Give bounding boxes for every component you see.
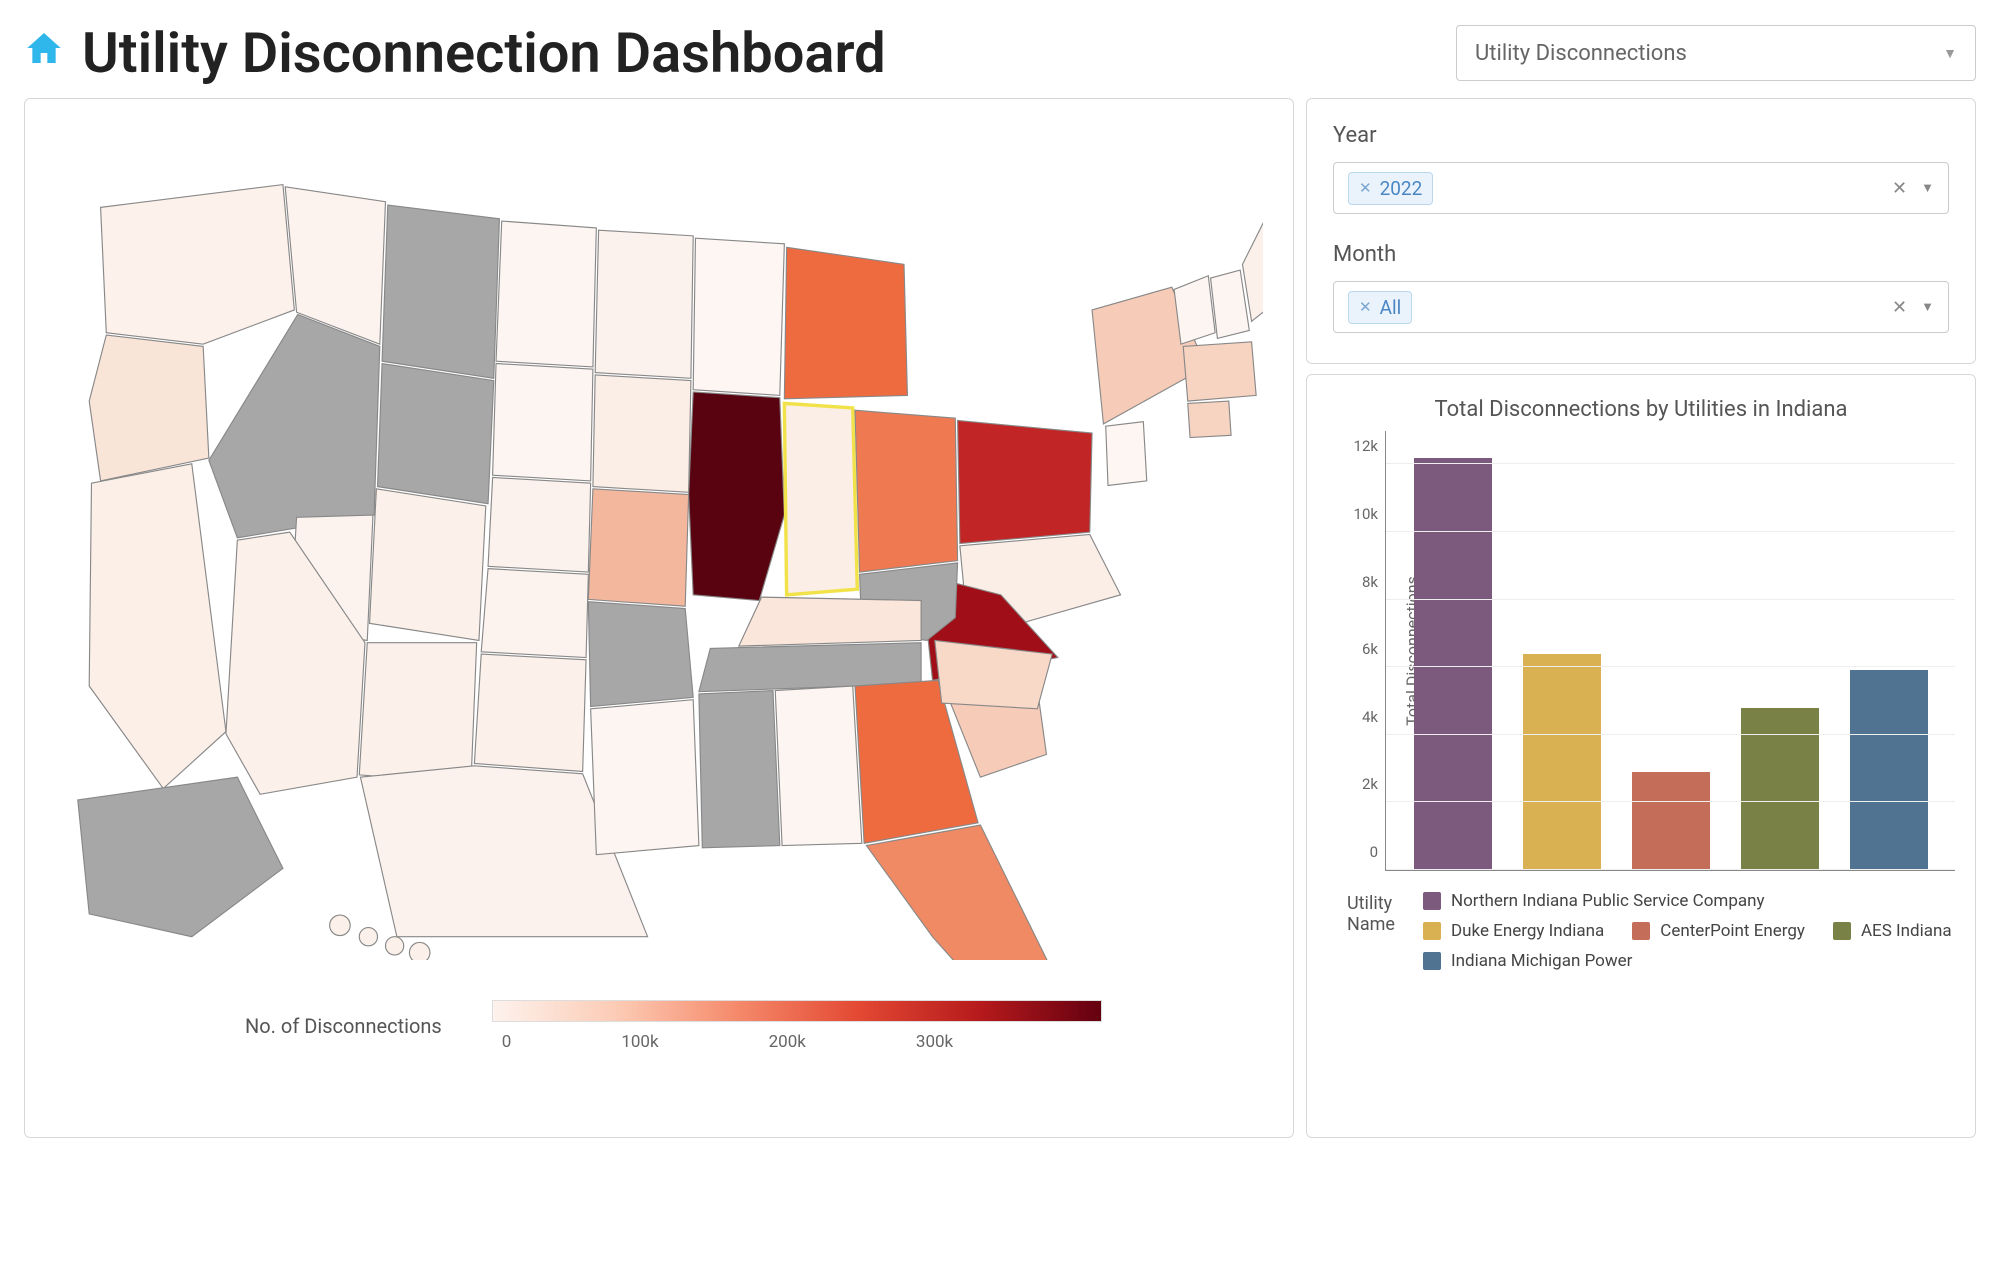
y-tick: 2k <box>1362 775 1378 793</box>
map-panel: No. of Disconnections 0 100k 200k 300k <box>24 98 1294 1138</box>
month-filter-label: Month <box>1333 242 1949 267</box>
y-tick: 6k <box>1362 640 1378 658</box>
legend-item[interactable]: CenterPoint Energy <box>1632 921 1805 941</box>
legend-label: No. of Disconnections <box>245 1014 442 1038</box>
clear-icon[interactable]: ✕ <box>1892 297 1907 318</box>
us-choropleth-map[interactable] <box>55 139 1263 960</box>
year-select[interactable]: ✕ 2022 ✕ ▼ <box>1333 162 1949 214</box>
legend-item[interactable]: AES Indiana <box>1833 921 1952 941</box>
month-select[interactable]: ✕ All ✕ ▼ <box>1333 281 1949 333</box>
map-legend: No. of Disconnections 0 100k 200k 300k <box>55 1000 1263 1052</box>
legend-item[interactable]: Duke Energy Indiana <box>1423 921 1604 941</box>
y-tick: 4k <box>1362 708 1378 726</box>
metric-select-value: Utility Disconnections <box>1475 41 1687 66</box>
year-chip[interactable]: ✕ 2022 <box>1348 172 1433 205</box>
bar[interactable] <box>1741 708 1819 870</box>
legend-swatch <box>1423 922 1441 940</box>
month-chip[interactable]: ✕ All <box>1348 291 1412 324</box>
chip-remove-icon[interactable]: ✕ <box>1359 298 1372 316</box>
legend-gradient <box>492 1000 1102 1022</box>
filter-panel: Year ✕ 2022 ✕ ▼ Month ✕ All ✕ <box>1306 98 1976 364</box>
y-tick: 12k <box>1354 437 1378 455</box>
year-filter-label: Year <box>1333 123 1949 148</box>
legend-items: Northern Indiana Public Service Company D… <box>1423 891 1955 971</box>
caret-down-icon: ▼ <box>1921 180 1934 196</box>
metric-select[interactable]: Utility Disconnections ▼ <box>1456 25 1976 81</box>
chart-panel: Total Disconnections by Utilities in Ind… <box>1306 374 1976 1138</box>
chip-remove-icon[interactable]: ✕ <box>1359 179 1372 197</box>
bar[interactable] <box>1523 654 1601 870</box>
legend-title: Utility Name <box>1347 891 1395 935</box>
home-icon[interactable] <box>24 28 64 78</box>
y-tick: 8k <box>1362 573 1378 591</box>
caret-down-icon: ▼ <box>1943 45 1957 62</box>
bar[interactable] <box>1632 772 1710 870</box>
chart-title: Total Disconnections by Utilities in Ind… <box>1327 395 1955 425</box>
bar[interactable] <box>1850 670 1928 869</box>
y-tick: 10k <box>1354 505 1378 523</box>
bar[interactable] <box>1414 458 1492 870</box>
caret-down-icon: ▼ <box>1921 299 1934 315</box>
legend-ticks: 0 100k 200k 300k <box>492 1032 1102 1052</box>
bar-chart[interactable]: 02k4k6k8k10k12k <box>1385 431 1955 871</box>
legend-swatch <box>1423 892 1441 910</box>
y-tick: 0 <box>1370 843 1378 861</box>
legend-swatch <box>1833 922 1851 940</box>
legend-item[interactable]: Indiana Michigan Power <box>1423 951 1632 971</box>
clear-icon[interactable]: ✕ <box>1892 178 1907 199</box>
legend-swatch <box>1423 952 1441 970</box>
legend-item[interactable]: Northern Indiana Public Service Company <box>1423 891 1765 911</box>
page-title: Utility Disconnection Dashboard <box>82 20 886 86</box>
legend-swatch <box>1632 922 1650 940</box>
